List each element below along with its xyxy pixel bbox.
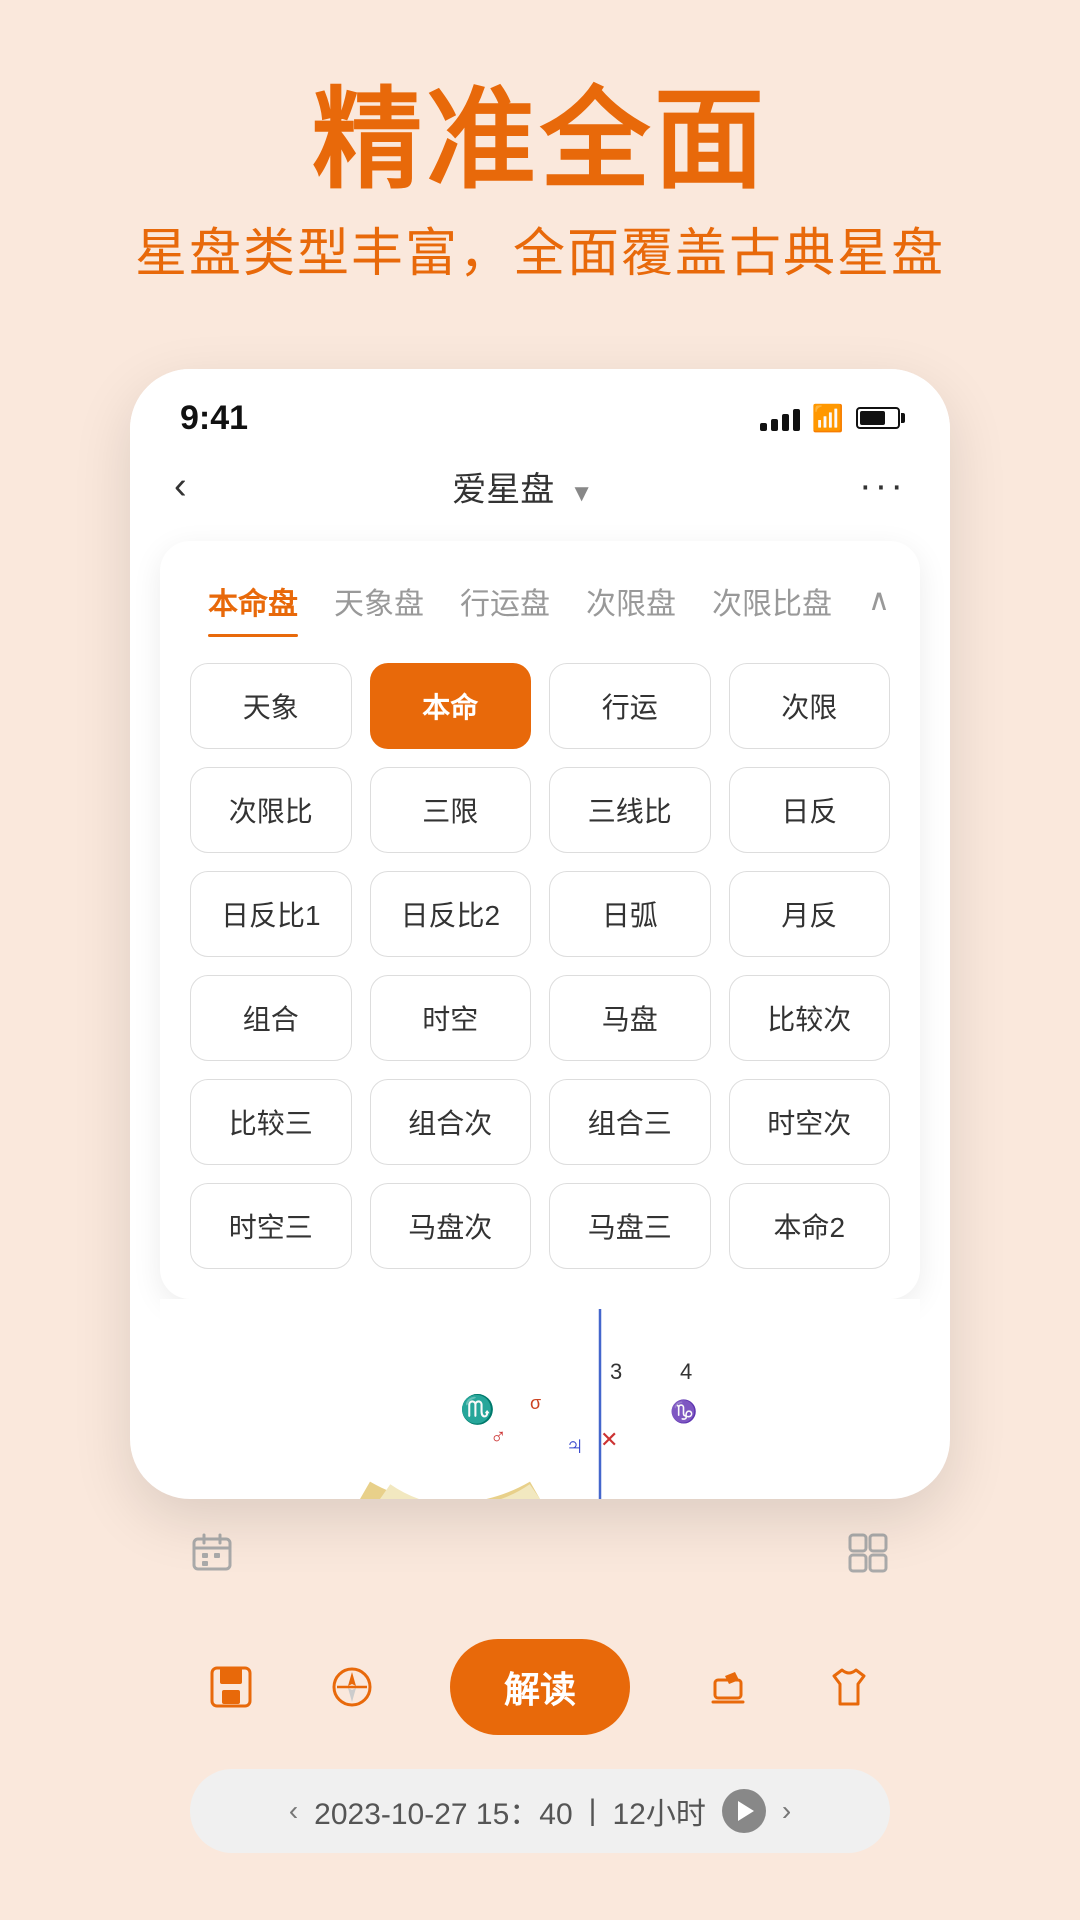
- status-bar: 9:41 📶: [130, 369, 950, 448]
- chart-btn-benming2[interactable]: 本命2: [729, 1183, 891, 1269]
- nav-title: 爱星盘 ▼: [452, 462, 593, 511]
- chart-btn-bijiaoci[interactable]: 比较次: [729, 975, 891, 1061]
- tab-cixian[interactable]: 次限盘: [568, 571, 694, 631]
- dropdown-arrow-icon[interactable]: ▼: [570, 480, 594, 507]
- chart-btn-mapansan[interactable]: 马盘三: [549, 1183, 711, 1269]
- chart-btn-mapan[interactable]: 马盘: [549, 975, 711, 1061]
- chart-btn-zuhesan[interactable]: 组合三: [549, 1079, 711, 1165]
- explore-icon[interactable]: [329, 1664, 375, 1710]
- time-play-button[interactable]: [722, 1789, 766, 1833]
- chart-button-grid: 天象 本命 行运 次限 次限比 三限 三线比 日反 日反比1 日反比2 日弧 月…: [190, 663, 890, 1269]
- time-separator: |: [589, 1794, 597, 1828]
- nav-bar: ‹ 爱星盘 ▼ ···: [130, 448, 950, 531]
- tab-benming[interactable]: 本命盘: [190, 571, 316, 631]
- edit-icon[interactable]: [705, 1664, 751, 1710]
- time-text: 2023-10-27 15：40: [314, 1789, 573, 1833]
- tab-tianxiang[interactable]: 天象盘: [316, 571, 442, 631]
- svg-text:3: 3: [610, 1359, 622, 1384]
- svg-text:✕: ✕: [600, 1427, 618, 1452]
- status-icons: 📶: [760, 403, 900, 434]
- interpret-button[interactable]: 解读: [450, 1639, 630, 1735]
- svg-text:♏: ♏: [460, 1393, 495, 1426]
- chart-btn-cixianbi[interactable]: 次限比: [190, 767, 352, 853]
- save-icon[interactable]: [208, 1664, 254, 1710]
- chart-area: 3 4 ♏ ♂ ♃ ✕ ♑ σ: [160, 1299, 920, 1499]
- chart-btn-sanxian[interactable]: 三限: [370, 767, 532, 853]
- tabs-row: 本命盘 天象盘 行运盘 次限盘 次限比盘 ∧: [190, 571, 890, 635]
- chart-btn-benming[interactable]: 本命: [370, 663, 532, 749]
- svg-text:4: 4: [680, 1359, 692, 1384]
- chart-btn-shikongci[interactable]: 时空次: [729, 1079, 891, 1165]
- chart-btn-cixian[interactable]: 次限: [729, 663, 891, 749]
- tab-cixianbi[interactable]: 次限比盘: [694, 571, 850, 631]
- chart-btn-rihu[interactable]: 日弧: [549, 871, 711, 957]
- grid-icon[interactable]: [846, 1531, 890, 1585]
- wifi-icon: 📶: [812, 403, 844, 434]
- shirt-icon[interactable]: [826, 1664, 872, 1710]
- time-bar: ‹ 2023-10-27 15：40 | 12小时 ›: [190, 1769, 890, 1853]
- astro-chart-svg: 3 4 ♏ ♂ ♃ ✕ ♑ σ: [290, 1299, 790, 1499]
- page-wrapper: 精准全面 星盘类型丰富，全面覆盖古典星盘 9:41 📶 ‹: [0, 0, 1080, 1920]
- dropdown-panel: 本命盘 天象盘 行运盘 次限盘 次限比盘 ∧ 天象 本命 行运 次限 次限比 三…: [160, 541, 920, 1299]
- chart-btn-shikong[interactable]: 时空: [370, 975, 532, 1061]
- bottom-action-bar: 解读: [130, 1619, 950, 1755]
- phone-mockup: 9:41 📶 ‹ 爱星盘 ▼ ···: [130, 369, 950, 1499]
- time-mode-text: 12小时: [612, 1789, 705, 1833]
- chart-btn-rifan[interactable]: 日反: [729, 767, 891, 853]
- battery-icon: [856, 407, 900, 429]
- chart-btn-rifanbi1[interactable]: 日反比1: [190, 871, 352, 957]
- chart-btn-zuhe[interactable]: 组合: [190, 975, 352, 1061]
- svg-text:♃: ♃: [565, 1430, 585, 1460]
- chart-btn-yuefan[interactable]: 月反: [729, 871, 891, 957]
- back-button[interactable]: ‹: [174, 465, 187, 508]
- signal-icon: [760, 405, 800, 431]
- chart-btn-rifanbi2[interactable]: 日反比2: [370, 871, 532, 957]
- chart-btn-bijaosan[interactable]: 比较三: [190, 1079, 352, 1165]
- more-button[interactable]: ···: [859, 465, 906, 508]
- chart-btn-shikongsan[interactable]: 时空三: [190, 1183, 352, 1269]
- sub-title: 星盘类型丰富，全面覆盖古典星盘: [0, 221, 1080, 289]
- collapse-icon[interactable]: ∧: [868, 583, 890, 618]
- chart-btn-tianxiang[interactable]: 天象: [190, 663, 352, 749]
- chart-btn-mapanci[interactable]: 马盘次: [370, 1183, 532, 1269]
- chart-btn-sanxianbi[interactable]: 三线比: [549, 767, 711, 853]
- status-time: 9:41: [180, 399, 248, 438]
- time-next-arrow[interactable]: ›: [782, 1795, 791, 1827]
- tab-xingyun[interactable]: 行运盘: [442, 571, 568, 631]
- bottom-toolbar: [130, 1507, 950, 1609]
- chart-btn-zuhecei[interactable]: 组合次: [370, 1079, 532, 1165]
- svg-text:σ: σ: [530, 1393, 541, 1413]
- time-prev-arrow[interactable]: ‹: [289, 1795, 298, 1827]
- svg-text:♑: ♑: [670, 1399, 697, 1424]
- main-title: 精准全面: [0, 80, 1080, 201]
- title-section: 精准全面 星盘类型丰富，全面覆盖古典星盘: [0, 0, 1080, 309]
- calendar-icon[interactable]: [190, 1531, 234, 1585]
- svg-text:♂: ♂: [490, 1424, 507, 1449]
- chart-btn-xingyun[interactable]: 行运: [549, 663, 711, 749]
